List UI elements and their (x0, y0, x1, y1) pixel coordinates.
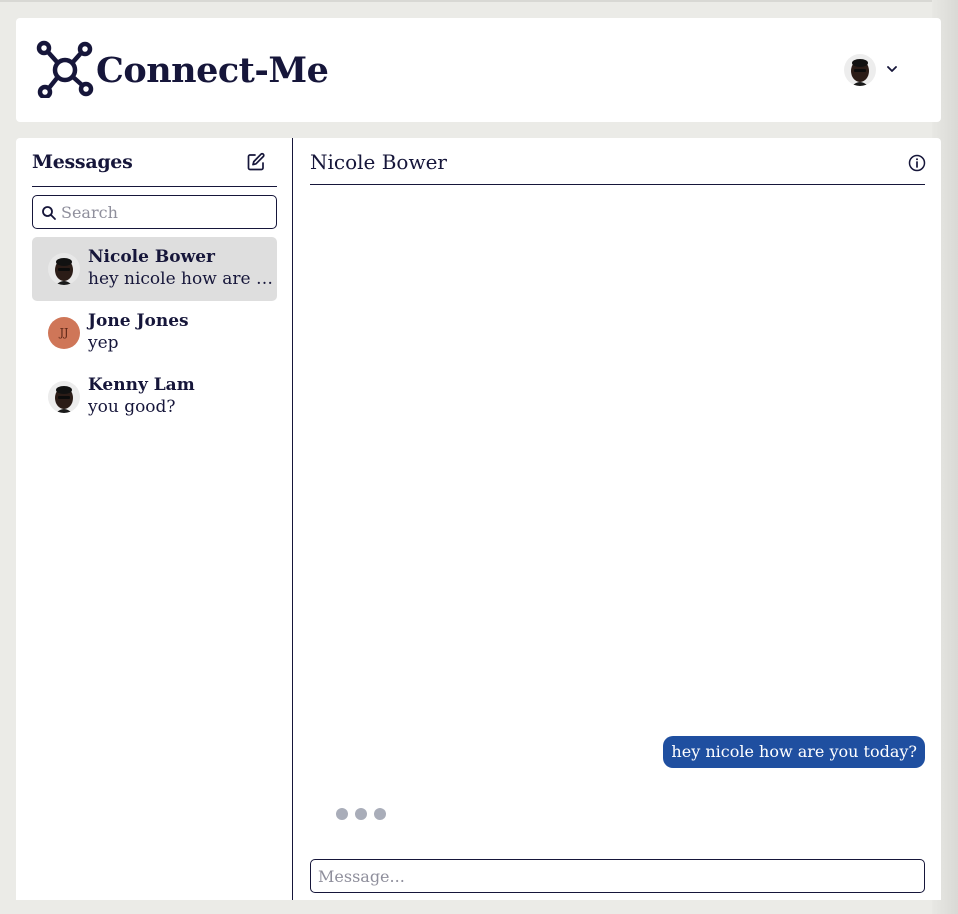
app-header: Connect-Me (16, 18, 941, 122)
conversation-preview: hey nicole how are you today? (88, 269, 276, 289)
info-icon[interactable] (908, 154, 926, 172)
compose-icon[interactable] (246, 152, 266, 172)
conversation-name: Nicole Bower (88, 247, 215, 267)
conversation-preview: yep (88, 333, 119, 353)
avatar-photo (844, 54, 876, 86)
message-input[interactable] (318, 863, 916, 889)
typing-indicator (336, 805, 393, 824)
window-top-edge (0, 0, 958, 2)
brand-name[interactable]: Connect-Me (96, 48, 329, 94)
avatar-initials: JJ (48, 317, 80, 349)
message-bubble-sent: hey nicole how are you today? (663, 736, 925, 768)
search-icon (42, 206, 56, 220)
avatar (48, 253, 80, 285)
messaging-panel: Messages Search Nicole Bower hey nicole … (16, 138, 941, 900)
typing-dot (355, 808, 367, 820)
avatar (48, 381, 80, 413)
conversation-item-kenny-lam[interactable]: Kenny Lam you good? (32, 365, 277, 429)
search-input[interactable] (61, 199, 271, 225)
chat-title: Nicole Bower (310, 150, 447, 174)
messages-heading: Messages (32, 151, 133, 173)
chevron-down-icon[interactable] (886, 63, 898, 75)
message-composer[interactable] (310, 859, 925, 893)
conversation-sidebar: Messages Search Nicole Bower hey nicole … (16, 138, 293, 900)
conversation-preview: you good? (88, 397, 176, 417)
network-nodes-icon[interactable] (36, 40, 94, 98)
typing-dot (374, 808, 386, 820)
conversation-name: Kenny Lam (88, 375, 195, 395)
conversation-item-nicole-bower[interactable]: Nicole Bower hey nicole how are you toda… (32, 237, 277, 301)
chat-divider (310, 184, 925, 185)
typing-dot (336, 808, 348, 820)
conversation-item-jone-jones[interactable]: JJ Jone Jones yep (32, 301, 277, 365)
sidebar-divider (32, 186, 277, 187)
search-box[interactable] (32, 195, 277, 229)
conversation-name: Jone Jones (88, 311, 189, 331)
user-avatar[interactable] (844, 54, 876, 86)
